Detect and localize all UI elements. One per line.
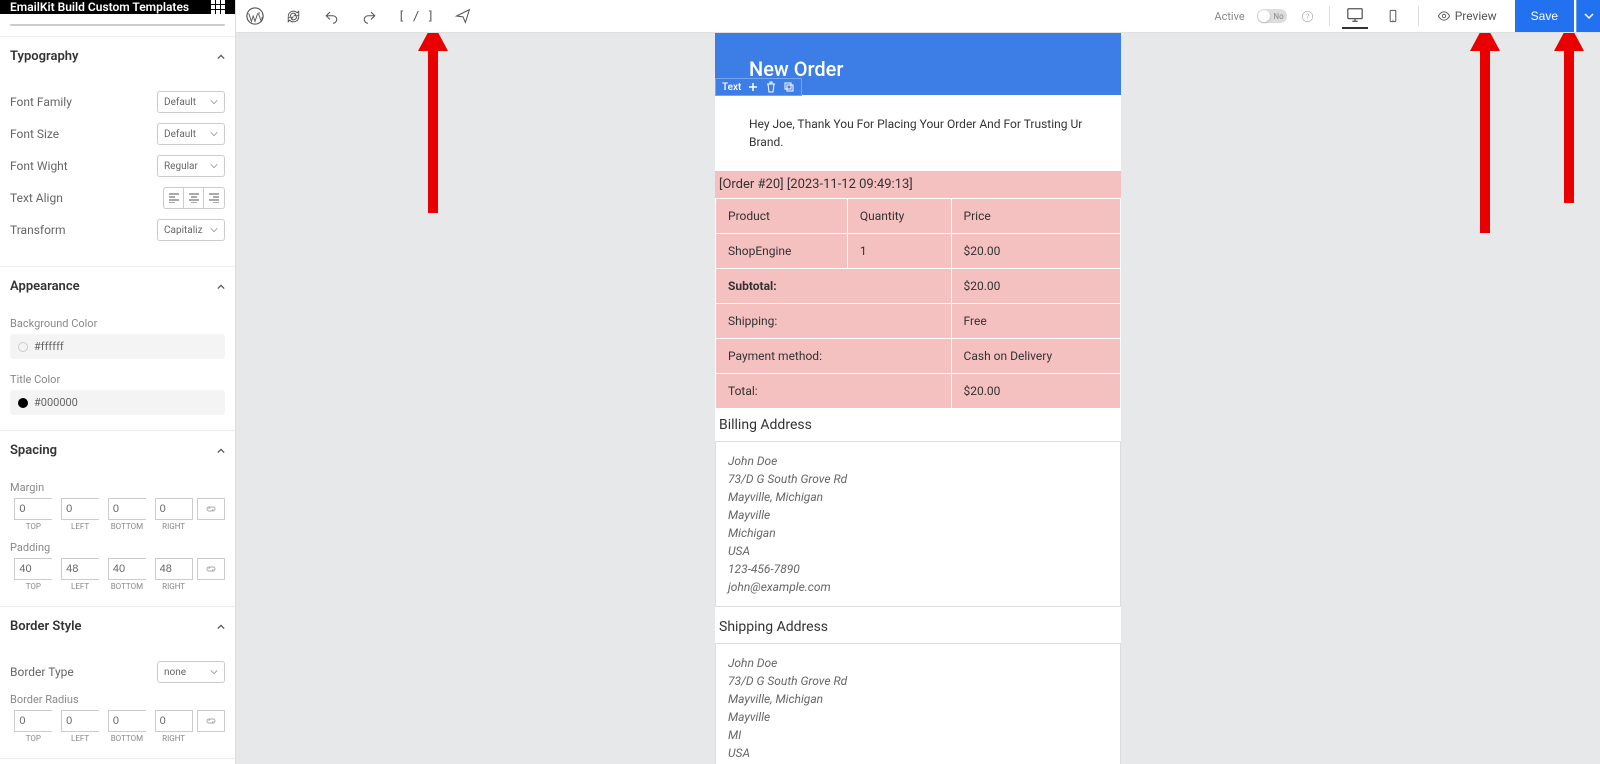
- padding-left-input[interactable]: [61, 558, 99, 580]
- apps-icon[interactable]: [211, 0, 225, 14]
- desktop-view-button[interactable]: [1342, 3, 1368, 29]
- billing-title: Billing Address: [715, 409, 1121, 437]
- section-appearance[interactable]: Appearance: [0, 267, 235, 306]
- wordpress-icon[interactable]: [246, 7, 264, 25]
- billing-address[interactable]: John Doe 73/D G South Grove Rd Mayville,…: [715, 441, 1121, 607]
- undo-icon[interactable]: [322, 7, 340, 25]
- font-weight-select[interactable]: Regular: [157, 155, 225, 177]
- annotation-arrow: [1554, 33, 1584, 203]
- align-center-button[interactable]: [184, 188, 204, 208]
- transform-label: Transform: [10, 223, 66, 237]
- font-weight-label: Font Wight: [10, 159, 68, 173]
- greeting-text[interactable]: Hey Joe, Thank You For Placing Your Orde…: [715, 95, 1121, 171]
- save-button[interactable]: Save: [1515, 0, 1574, 32]
- margin-left-input[interactable]: [61, 498, 99, 520]
- padding-link-button[interactable]: [197, 558, 225, 580]
- email-template: New Order Text Hey Joe, Thank You For Pl…: [715, 33, 1121, 764]
- title-color-input[interactable]: #000000: [10, 390, 225, 415]
- bg-color-label: Background Color: [10, 317, 225, 330]
- annotation-arrow: [418, 33, 448, 213]
- eye-icon: [1437, 9, 1451, 23]
- email-header[interactable]: New Order Text: [715, 33, 1121, 95]
- section-border[interactable]: Border Style: [0, 607, 235, 646]
- transform-select[interactable]: Capitaliz: [157, 219, 225, 241]
- table-row: ShopEngine 1 $20.00: [716, 234, 1121, 269]
- font-family-label: Font Family: [10, 95, 72, 109]
- order-tag[interactable]: [Order #20] [2023-11-12 09:49:13]: [715, 171, 1121, 198]
- section-dimensions[interactable]: Dimensions: [0, 759, 235, 764]
- active-label: Active: [1214, 10, 1244, 23]
- order-table[interactable]: Product Quantity Price ShopEngine 1 $20.…: [715, 198, 1121, 409]
- preview-button[interactable]: Preview: [1431, 5, 1503, 27]
- redo-icon[interactable]: [360, 7, 378, 25]
- save-dropdown-button[interactable]: [1576, 0, 1600, 32]
- shortcode-button[interactable]: [ / ]: [398, 7, 434, 25]
- font-family-select[interactable]: Default: [157, 91, 225, 113]
- font-size-label: Font Size: [10, 127, 59, 141]
- selected-element-label: Text: [722, 82, 741, 93]
- margin-top-input[interactable]: [14, 498, 52, 520]
- sidebar: EmailKit Build Custom Templates Typograp…: [0, 0, 236, 764]
- text-align-group: [163, 187, 225, 209]
- border-type-label: Border Type: [10, 665, 74, 679]
- chevron-up-icon: [217, 447, 225, 455]
- margin-bottom-input[interactable]: [108, 498, 146, 520]
- help-icon[interactable]: ?: [1299, 7, 1317, 25]
- radius-bottom-input[interactable]: [108, 710, 146, 732]
- align-left-button[interactable]: [164, 188, 184, 208]
- radius-right-input[interactable]: [155, 710, 193, 732]
- padding-label: Padding: [10, 541, 225, 554]
- th-quantity: Quantity: [847, 199, 951, 234]
- svg-text:?: ?: [1306, 12, 1310, 21]
- radius-left-input[interactable]: [61, 710, 99, 732]
- topbar: [ / ] Active No ? Preview Save: [236, 0, 1600, 33]
- border-radius-label: Border Radius: [10, 693, 225, 706]
- title-color-label: Title Color: [10, 373, 225, 386]
- margin-right-input[interactable]: [155, 498, 193, 520]
- table-row: Payment method: Cash on Delivery: [716, 339, 1121, 374]
- chevron-up-icon: [217, 623, 225, 631]
- shipping-address[interactable]: John Doe 73/D G South Grove Rd Mayville,…: [715, 643, 1121, 764]
- canvas[interactable]: New Order Text Hey Joe, Thank You For Pl…: [236, 33, 1600, 764]
- send-icon[interactable]: [454, 7, 472, 25]
- delete-icon[interactable]: [765, 81, 777, 93]
- active-toggle[interactable]: No: [1257, 9, 1287, 23]
- radius-link-button[interactable]: [197, 710, 225, 732]
- app-title: EmailKit Build Custom Templates: [10, 0, 189, 14]
- table-row: Subtotal: $20.00: [716, 269, 1121, 304]
- align-right-button[interactable]: [204, 188, 224, 208]
- padding-top-input[interactable]: [14, 558, 52, 580]
- mobile-view-button[interactable]: [1380, 3, 1406, 29]
- table-row: Total: $20.00: [716, 374, 1121, 409]
- section-spacing[interactable]: Spacing: [0, 431, 235, 470]
- add-icon[interactable]: [747, 81, 759, 93]
- padding-right-input[interactable]: [155, 558, 193, 580]
- table-row: Shipping: Free: [716, 304, 1121, 339]
- duplicate-icon[interactable]: [783, 81, 795, 93]
- padding-bottom-input[interactable]: [108, 558, 146, 580]
- section-typography[interactable]: Typography: [0, 37, 235, 76]
- text-align-label: Text Align: [10, 191, 63, 205]
- radius-top-input[interactable]: [14, 710, 52, 732]
- th-price: Price: [951, 199, 1120, 234]
- selection-toolbar: Text: [715, 78, 802, 96]
- bg-color-input[interactable]: #ffffff: [10, 334, 225, 359]
- element-preview: [10, 24, 225, 26]
- chevron-up-icon: [217, 283, 225, 291]
- margin-label: Margin: [10, 481, 225, 494]
- font-size-select[interactable]: Default: [157, 123, 225, 145]
- shipping-title: Shipping Address: [715, 611, 1121, 639]
- th-product: Product: [716, 199, 848, 234]
- annotation-arrow: [1470, 33, 1500, 233]
- border-type-select[interactable]: none: [157, 661, 225, 683]
- margin-link-button[interactable]: [197, 498, 225, 520]
- refresh-icon[interactable]: [284, 7, 302, 25]
- chevron-up-icon: [217, 53, 225, 61]
- sidebar-header: EmailKit Build Custom Templates: [0, 0, 235, 14]
